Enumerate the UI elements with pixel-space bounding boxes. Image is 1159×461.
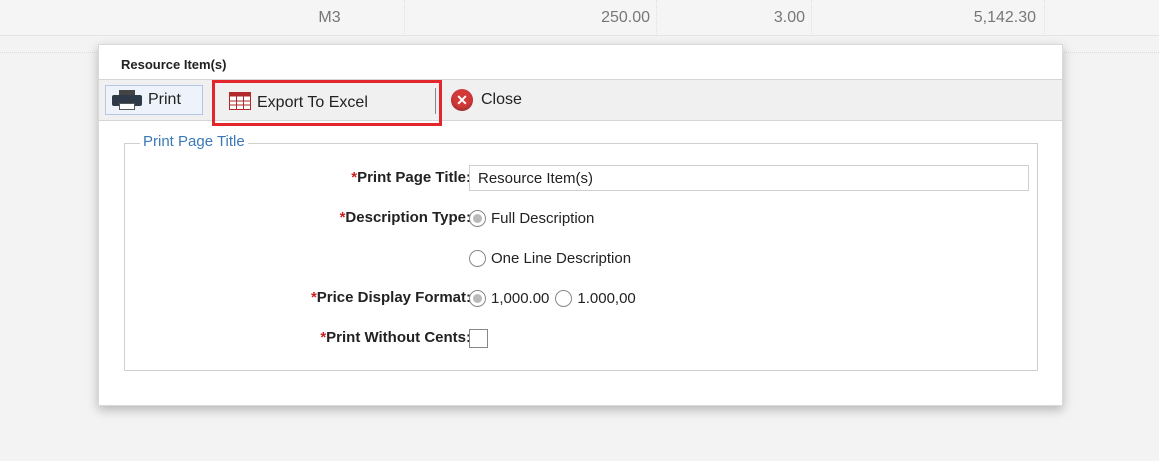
description-type-label: *Description Type: — [339, 209, 471, 226]
close-button[interactable]: ✕ Close — [449, 85, 559, 115]
printer-icon — [112, 90, 142, 110]
cell-price: 250.00 — [405, 0, 657, 36]
radio-one-line-description-label: One Line Description — [491, 249, 632, 267]
radio-price-format-us[interactable]: 1,000.00 — [469, 289, 550, 307]
radio-one-line-description-indicator[interactable] — [469, 249, 486, 267]
toolbar-separator — [435, 88, 436, 114]
radio-full-description-label: Full Description — [491, 209, 595, 227]
print-button[interactable]: Print — [105, 85, 203, 115]
row-description-type-2: One Line Description — [125, 245, 1039, 271]
export-button-label: Export To Excel — [257, 94, 368, 111]
cell-total: 5,142.30 — [812, 0, 1045, 36]
dialog-toolbar: Print Export To Excel ✕ Close — [99, 79, 1062, 126]
row-print-page-title: *Print Page Title: — [125, 165, 1039, 191]
radio-price-format-eu-label: 1.000,00 — [577, 289, 636, 307]
spreadsheet-icon — [229, 91, 251, 115]
row-description-type: *Description Type: Full Description — [125, 205, 1039, 231]
row-price-display-format: *Price Display Format: 1,000.00 1.000,00 — [125, 285, 1039, 311]
background-table-row: M3 250.00 3.00 5,142.30 — [0, 0, 1159, 36]
cell-qty: 3.00 — [657, 0, 812, 36]
radio-price-format-us-indicator[interactable] — [469, 289, 486, 307]
print-page-title-label: *Print Page Title: — [351, 169, 471, 186]
print-without-cents-checkbox[interactable] — [469, 328, 488, 348]
radio-price-format-eu[interactable]: 1.000,00 — [555, 289, 636, 307]
close-circle-icon: ✕ — [451, 89, 473, 111]
dialog-title: Resource Item(s) — [121, 57, 227, 72]
print-dialog: Resource Item(s) Print Export To Excel ✕… — [98, 44, 1063, 406]
cell-unit: M3 — [255, 0, 405, 36]
radio-price-format-us-label: 1,000.00 — [491, 289, 550, 307]
print-button-label: Print — [148, 91, 181, 108]
fieldset-legend: Print Page Title — [140, 133, 248, 150]
price-display-format-label: *Price Display Format: — [310, 289, 471, 306]
radio-price-format-eu-indicator[interactable] — [555, 289, 573, 307]
close-button-label: Close — [481, 91, 522, 108]
export-to-excel-button[interactable]: Export To Excel — [212, 80, 442, 126]
row-print-without-cents: *Print Without Cents: — [125, 325, 1039, 351]
print-without-cents-label: *Print Without Cents: — [320, 329, 471, 346]
print-page-title-input[interactable] — [469, 165, 1029, 191]
print-options-fieldset: Print Page Title *Print Page Title: *Des… — [124, 133, 1039, 371]
radio-full-description[interactable]: Full Description — [469, 209, 595, 227]
radio-one-line-description[interactable]: One Line Description — [469, 249, 632, 267]
radio-full-description-indicator[interactable] — [469, 209, 486, 227]
